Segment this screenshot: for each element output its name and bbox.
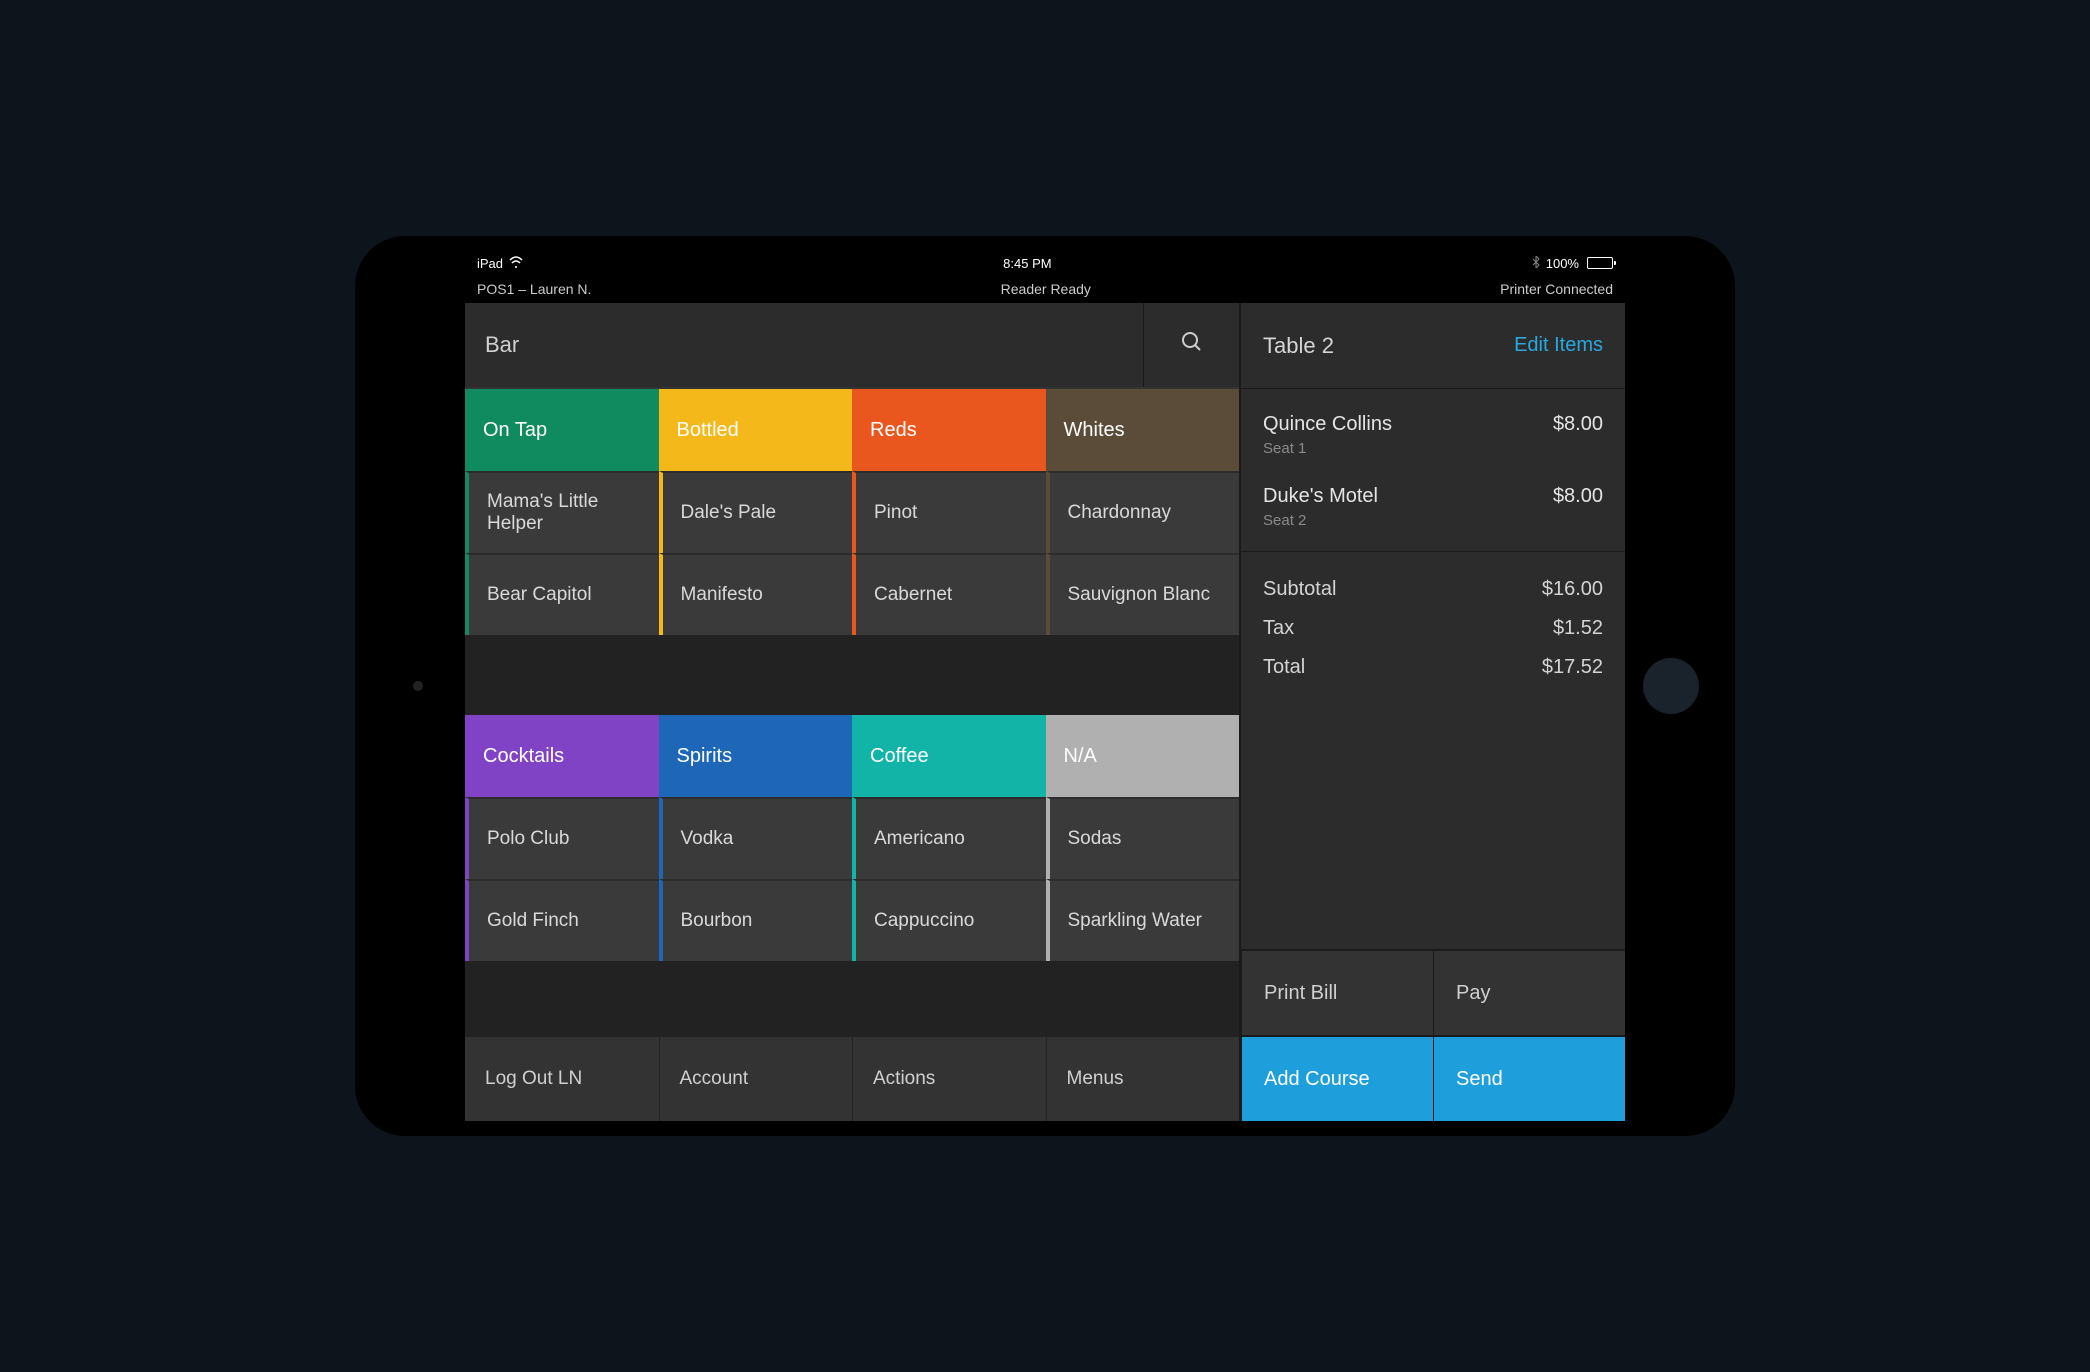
add-course-button[interactable]: Add Course bbox=[1241, 1035, 1433, 1121]
menu-item-cappuccino[interactable]: Cappuccino bbox=[852, 879, 1046, 961]
bottom-controls: Log Out LN Account Actions Menus bbox=[465, 1035, 1239, 1121]
category-n-a[interactable]: N/A bbox=[1046, 715, 1240, 797]
logout-button[interactable]: Log Out LN bbox=[465, 1035, 659, 1121]
ipad-frame: iPad 8:45 PM 100% POS1 – Lauren N. Reade… bbox=[355, 236, 1735, 1136]
ticket-item[interactable]: Duke's Motel Seat 2 $8.00 bbox=[1263, 475, 1603, 547]
account-button[interactable]: Account bbox=[659, 1035, 853, 1121]
menu-item-bourbon[interactable]: Bourbon bbox=[659, 879, 853, 961]
menu-item-bear-capitol[interactable]: Bear Capitol bbox=[465, 553, 659, 635]
category-cocktails[interactable]: Cocktails bbox=[465, 715, 659, 797]
menu-item-sodas[interactable]: Sodas bbox=[1046, 797, 1240, 879]
ticket-item-seat: Seat 1 bbox=[1263, 440, 1392, 457]
category-bottled[interactable]: Bottled bbox=[659, 389, 853, 471]
ticket-title[interactable]: Table 2 bbox=[1263, 333, 1334, 359]
ticket-items: Quince Collins Seat 1 $8.00 Duke's Motel Sea… bbox=[1241, 389, 1625, 552]
category-whites[interactable]: Whites bbox=[1046, 389, 1240, 471]
actions-button[interactable]: Actions bbox=[852, 1035, 1046, 1121]
menu-body: On TapBottledRedsWhites Mama's Little Hel… bbox=[465, 389, 1239, 1031]
tax-value: $1.52 bbox=[1553, 617, 1603, 640]
ticket-panel: Table 2 Edit Items Quince Collins Seat 1 $… bbox=[1239, 303, 1625, 1121]
menu-gap bbox=[465, 635, 1239, 715]
total-value: $17.52 bbox=[1542, 656, 1603, 679]
menu-item-polo-club[interactable]: Polo Club bbox=[465, 797, 659, 879]
reader-status: Reader Ready bbox=[1001, 281, 1091, 297]
pos-terminal-user: POS1 – Lauren N. bbox=[477, 281, 591, 297]
category-on-tap[interactable]: On Tap bbox=[465, 389, 659, 471]
print-bill-button[interactable]: Print Bill bbox=[1241, 949, 1433, 1035]
menu-item-sauvignon-blanc[interactable]: Sauvignon Blanc bbox=[1046, 553, 1240, 635]
search-button[interactable] bbox=[1143, 303, 1239, 387]
menu-item-cabernet[interactable]: Cabernet bbox=[852, 553, 1046, 635]
clock: 8:45 PM bbox=[1003, 256, 1051, 271]
ticket-totals: Subtotal $16.00 Tax $1.52 Total $17.52 bbox=[1241, 552, 1625, 705]
menu-item-pinot[interactable]: Pinot bbox=[852, 471, 1046, 553]
menu-item-chardonnay[interactable]: Chardonnay bbox=[1046, 471, 1240, 553]
menu-item-dale-s-pale[interactable]: Dale's Pale bbox=[659, 471, 853, 553]
menu-item-sparkling-water[interactable]: Sparkling Water bbox=[1046, 879, 1240, 961]
menus-button[interactable]: Menus bbox=[1046, 1035, 1240, 1121]
bluetooth-icon bbox=[1532, 256, 1540, 271]
ticket-item-price: $8.00 bbox=[1553, 413, 1603, 457]
battery-pct: 100% bbox=[1546, 256, 1579, 271]
search-icon bbox=[1180, 330, 1204, 360]
category-spirits[interactable]: Spirits bbox=[659, 715, 853, 797]
camera-dot bbox=[413, 681, 423, 691]
menu-gap bbox=[465, 961, 1239, 1031]
menu-item-manifesto[interactable]: Manifesto bbox=[659, 553, 853, 635]
pos-status-bar: POS1 – Lauren N. Reader Ready Printer Co… bbox=[465, 275, 1625, 303]
category-coffee[interactable]: Coffee bbox=[852, 715, 1046, 797]
category-reds[interactable]: Reds bbox=[852, 389, 1046, 471]
wifi-icon bbox=[509, 256, 523, 271]
total-label: Total bbox=[1263, 656, 1305, 679]
ticket-item[interactable]: Quince Collins Seat 1 $8.00 bbox=[1263, 403, 1603, 475]
screen: iPad 8:45 PM 100% POS1 – Lauren N. Reade… bbox=[465, 251, 1625, 1121]
ticket-item-name: Quince Collins bbox=[1263, 413, 1392, 436]
menu-item-gold-finch[interactable]: Gold Finch bbox=[465, 879, 659, 961]
menu-header: Bar bbox=[465, 303, 1239, 389]
subtotal-value: $16.00 bbox=[1542, 578, 1603, 601]
edit-items-link[interactable]: Edit Items bbox=[1514, 334, 1603, 357]
pay-button[interactable]: Pay bbox=[1433, 949, 1625, 1035]
ticket-item-price: $8.00 bbox=[1553, 485, 1603, 529]
menu-title[interactable]: Bar bbox=[465, 303, 1143, 387]
ticket-item-seat: Seat 2 bbox=[1263, 512, 1378, 529]
ios-status-bar: iPad 8:45 PM 100% bbox=[465, 251, 1625, 275]
printer-status: Printer Connected bbox=[1500, 281, 1613, 297]
device-label: iPad bbox=[477, 256, 503, 271]
ticket-item-name: Duke's Motel bbox=[1263, 485, 1378, 508]
menu-item-vodka[interactable]: Vodka bbox=[659, 797, 853, 879]
menu-item-americano[interactable]: Americano bbox=[852, 797, 1046, 879]
send-button[interactable]: Send bbox=[1433, 1035, 1625, 1121]
home-button[interactable] bbox=[1643, 658, 1699, 714]
pos-app: Bar On TapBottledRedsWhites Mama's Little… bbox=[465, 303, 1625, 1121]
battery-icon bbox=[1587, 257, 1613, 269]
ticket-actions: Print Bill Pay Add Course Send bbox=[1241, 949, 1625, 1121]
menu-panel: Bar On TapBottledRedsWhites Mama's Little… bbox=[465, 303, 1239, 1121]
ticket-header: Table 2 Edit Items bbox=[1241, 303, 1625, 389]
menu-item-mama-s-little-helper[interactable]: Mama's Little Helper bbox=[465, 471, 659, 553]
subtotal-label: Subtotal bbox=[1263, 578, 1336, 601]
tax-label: Tax bbox=[1263, 617, 1294, 640]
